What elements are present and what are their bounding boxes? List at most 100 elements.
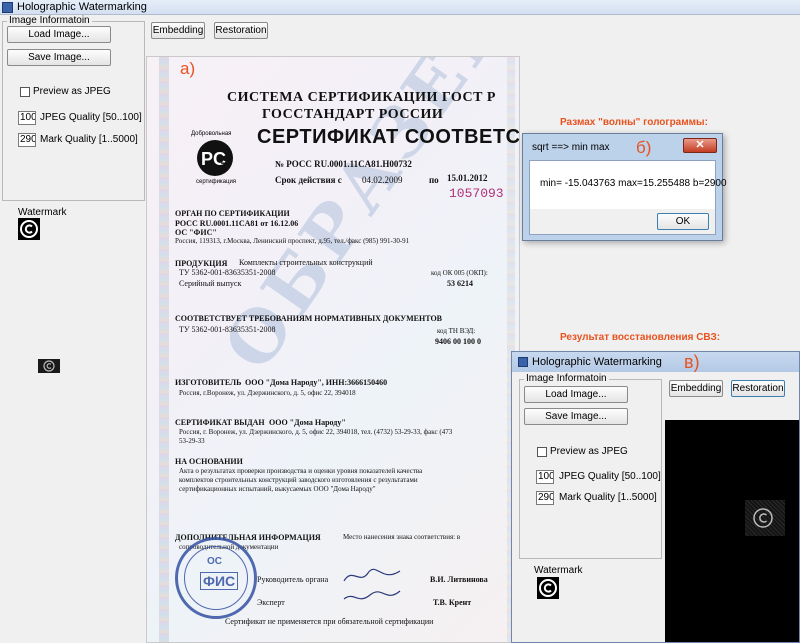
product-line2: ТУ 5362-001-83635351-2008 — [179, 268, 276, 277]
extra-line1: Место нанесения знака соответствия: в — [343, 533, 461, 541]
mini-window: Holographic Watermarking в) Image Inform… — [511, 351, 800, 643]
logo-bottom-text: сертификация — [196, 179, 237, 185]
maker-line2: Россия, г.Воронеж, ул. Дзержинского, д. … — [179, 389, 356, 397]
mark-quality-label: Mark Quality [1..5000] — [40, 134, 138, 145]
product-label: ПРОДУКЦИЯ — [175, 259, 228, 268]
head-label: Руководитель органа — [257, 575, 329, 584]
cert-header2: ГОССТАНДАРТ РОССИИ — [262, 107, 444, 122]
label-b: б) — [636, 138, 652, 157]
issued-line1: ООО "Дома Народу" — [269, 418, 346, 427]
okp-value: 53 6214 — [447, 279, 473, 288]
dialog-body: min= -15.043763 max=15.255488 b=2900 OK — [529, 160, 727, 235]
organ-label: ОРГАН ПО СЕРТИФИКАЦИИ — [175, 209, 290, 218]
app-icon — [2, 2, 13, 13]
cert-serial: 1057093 — [449, 186, 504, 201]
label-c: в) — [684, 352, 700, 372]
mini-restoration-button[interactable]: Restoration — [731, 380, 785, 397]
mini-mark-quality-input[interactable]: 2900 — [536, 491, 554, 505]
result-title: Результат восстановления СВЗ: — [560, 332, 721, 343]
issued-line2: Россия, г. Воронеж, ул. Дзержинского, д.… — [179, 428, 453, 436]
basis-line3: сертификационных испытаний, выкусаемых О… — [179, 485, 376, 493]
head-name: В.И. Литвинова — [430, 575, 488, 584]
mini-image-info-group-label: Image Informatoin — [524, 373, 609, 384]
requirements-line1: ТУ 5362-001-83635351-2008 — [179, 325, 276, 334]
restored-copyright-icon — [753, 508, 773, 528]
minmax-dialog: sqrt ==> min max б) ✕ min= -15.043763 ma… — [522, 133, 727, 241]
organ-line2: ОС "ФИС" — [175, 228, 217, 237]
restoration-button[interactable]: Restoration — [214, 22, 268, 39]
copyright-icon — [18, 218, 40, 240]
expert-signature — [343, 590, 401, 600]
cert-date-to: 15.01.2012 — [447, 173, 488, 183]
requirements-label: СООТВЕТСТВУЕТ ТРЕБОВАНИЯМ НОРМАТИВНЫХ ДО… — [175, 314, 442, 323]
cert-date-to-label: по — [429, 175, 439, 185]
okp-label: код ОК 005 (ОКП): — [431, 269, 488, 277]
mini-save-image-button[interactable]: Save Image... — [524, 408, 628, 425]
basis-line1: Акта о результатах проверки производства… — [179, 467, 423, 475]
holographic-band — [159, 57, 169, 642]
watermark-label: Watermark — [18, 207, 67, 218]
svg-text:T: T — [221, 160, 229, 174]
tnved-label: код ТН ВЭД: — [437, 327, 476, 335]
dialog-ok-button[interactable]: OK — [657, 213, 709, 230]
basis-line2: комплектов строительных конструкций заво… — [179, 476, 418, 484]
close-icon: ✕ — [695, 139, 705, 151]
expert-name: Т.В. Крент — [433, 598, 472, 607]
preview-jpeg-label: Preview as JPEG — [33, 86, 111, 97]
organ-line1: РОСС RU.0001.11CA81 от 16.12.06 — [175, 219, 299, 228]
embedding-button[interactable]: Embedding — [151, 22, 205, 39]
mini-app-icon — [518, 357, 528, 367]
cert-footer: Сертификат не применяется при обязательн… — [225, 617, 434, 626]
dialog-footer: OK — [530, 209, 715, 234]
mini-embedding-button[interactable]: Embedding — [669, 380, 723, 397]
issued-line3: 53-29-33 — [179, 437, 205, 445]
label-a: а) — [180, 59, 196, 78]
head-signature — [343, 568, 401, 582]
mini-preview-jpeg-checkbox[interactable] — [537, 447, 547, 457]
mini-preview-jpeg-label: Preview as JPEG — [550, 446, 628, 457]
restored-watermark-view — [665, 420, 799, 642]
maker-line1: ООО "Дома Народу", ИНН:3666150460 — [245, 378, 388, 387]
mini-window-title: Holographic Watermarking — [532, 356, 662, 368]
tnved-value: 9406 00 100 0 — [435, 337, 481, 346]
cert-number: № РОСС RU.0001.11CA81.H00732 — [275, 159, 412, 169]
basis-label: НА ОСНОВАНИИ — [175, 457, 243, 466]
mark-quality-input[interactable]: 2900 — [18, 133, 36, 147]
jpeg-quality-label: JPEG Quality [50..100] — [40, 112, 142, 123]
dialog-message: min= -15.043763 max=15.255488 b=2900 — [540, 178, 727, 189]
copyright-noise-icon — [38, 359, 60, 373]
stamp-top-text: ОС — [207, 556, 222, 567]
cert-title: СЕРТИФИКАТ СООТВЕТСТВИЯ — [257, 126, 520, 148]
mini-jpeg-quality-label: JPEG Quality [50..100] — [559, 471, 661, 482]
save-image-button[interactable]: Save Image... — [7, 49, 111, 66]
certificate-image: ОБРАЗЕЦ СИСТЕМА СЕРТИФИКАЦИИ ГОСТ Р ГОСС… — [146, 56, 520, 643]
cert-header1: СИСТЕМА СЕРТИФИКАЦИИ ГОСТ Р — [227, 90, 496, 105]
mini-mark-quality-label: Mark Quality [1..5000] — [559, 492, 657, 503]
expert-label: Эксперт — [257, 598, 285, 607]
logo-top-text: Добровольная — [191, 131, 232, 137]
certificate-logo-icon: Добровольная PC T сертификация — [190, 131, 244, 187]
product-line1: Комплекты строительных конструкций — [239, 258, 373, 267]
mini-copyright-icon — [537, 577, 559, 599]
jpeg-quality-input[interactable]: 100 — [18, 111, 36, 125]
cert-validity: Срок действия с — [275, 175, 342, 185]
issued-label: СЕРТИФИКАТ ВЫДАН — [175, 418, 265, 427]
main-titlebar: Holographic Watermarking — [0, 0, 800, 15]
stamp-icon: ОС ФИС — [175, 537, 257, 619]
mini-titlebar: Holographic Watermarking в) — [512, 352, 799, 372]
preview-jpeg-checkbox[interactable] — [20, 87, 30, 97]
cert-date-from: 04.02.2009 — [362, 175, 403, 185]
dialog-close-button[interactable]: ✕ — [683, 138, 717, 153]
mini-load-image-button[interactable]: Load Image... — [524, 386, 628, 403]
mini-image-info-group: Image Informatoin — [519, 373, 662, 559]
maker-label: ИЗГОТОВИТЕЛЬ — [175, 378, 242, 387]
product-line3: Серийный выпуск — [179, 279, 242, 288]
wave-title: Размах "волны" голограммы: — [560, 117, 708, 128]
window-title: Holographic Watermarking — [17, 1, 147, 13]
image-info-group-label: Image Informatoin — [7, 15, 92, 26]
load-image-button[interactable]: Load Image... — [7, 26, 111, 43]
stamp-center-text: ФИС — [200, 572, 239, 590]
dialog-title: sqrt ==> min max — [532, 142, 610, 153]
mini-jpeg-quality-input[interactable]: 100 — [536, 470, 554, 484]
organ-line3: Россия, 119313, г.Москва, Ленинский прос… — [175, 237, 410, 245]
